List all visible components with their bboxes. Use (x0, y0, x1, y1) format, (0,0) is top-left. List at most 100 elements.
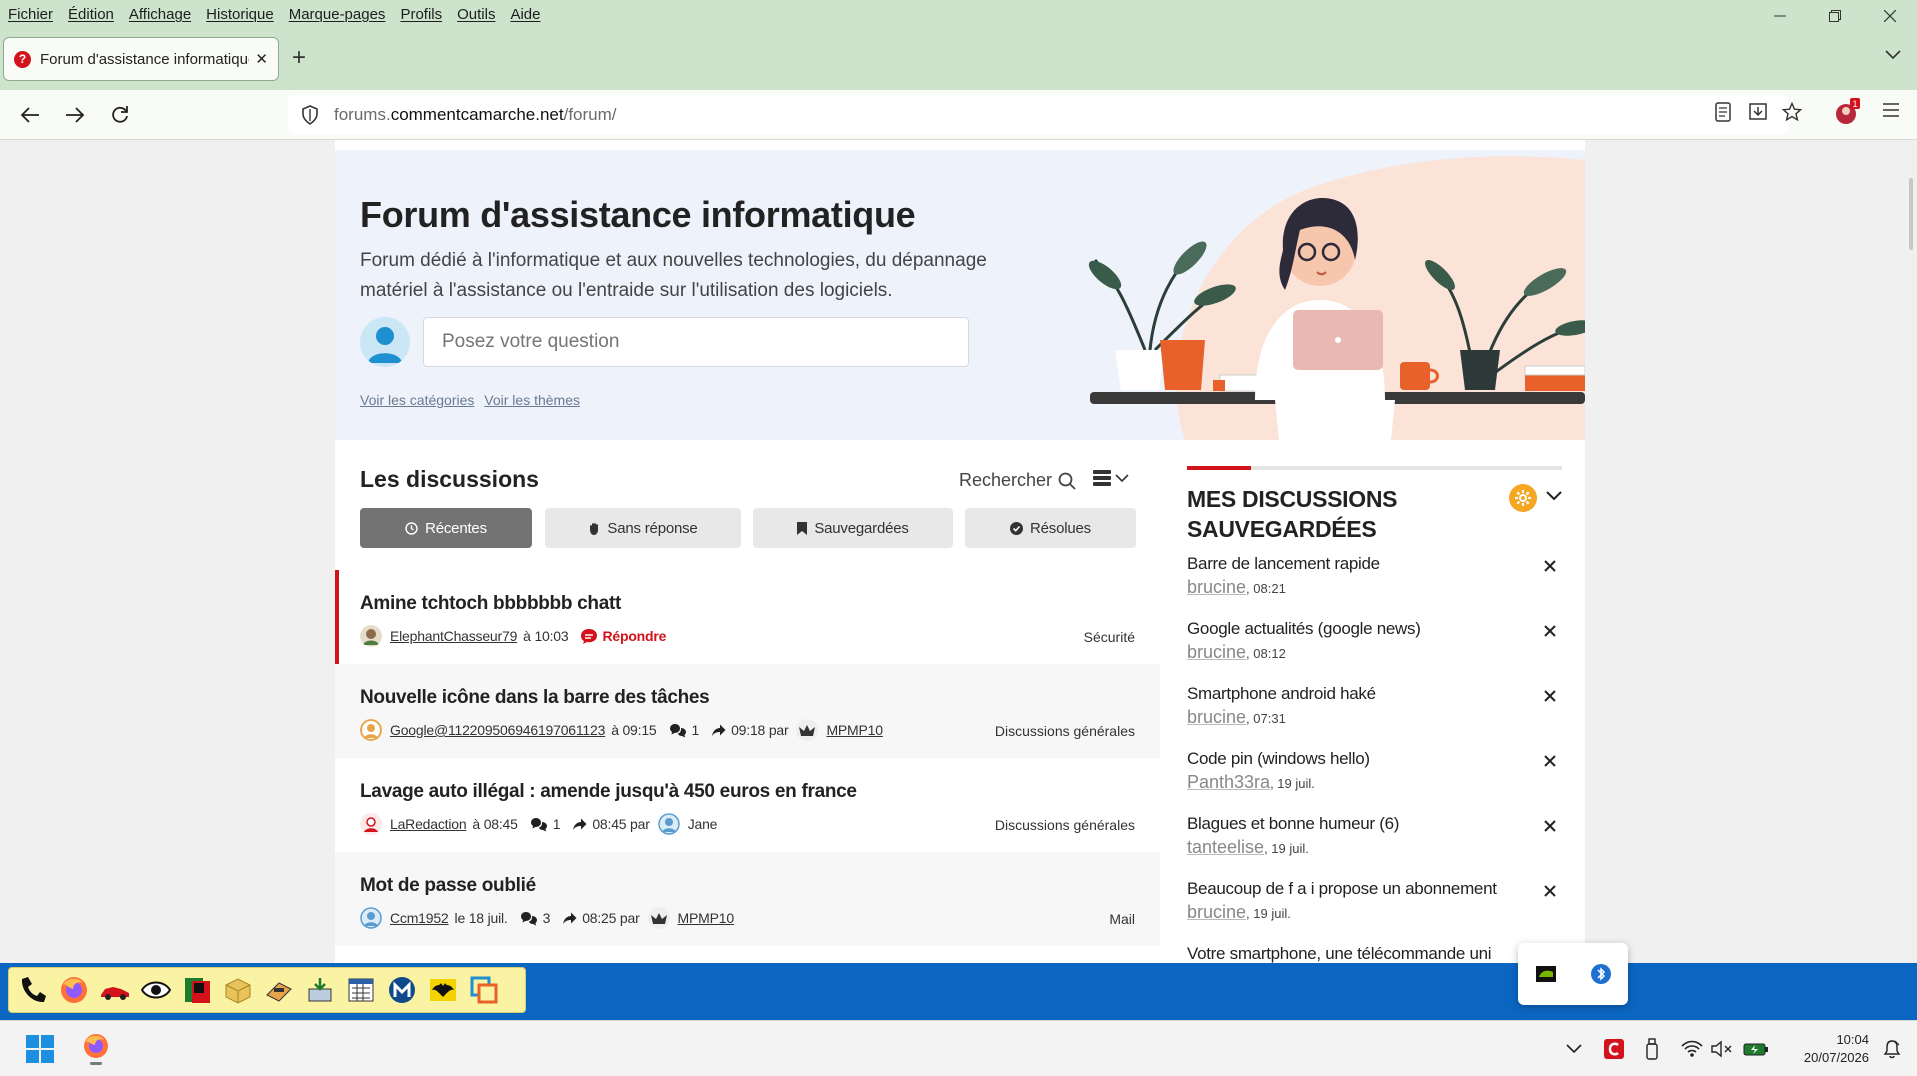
saved-item[interactable]: Smartphone android haké brucine, 07:31 (1187, 684, 1562, 749)
speaker-muted-icon[interactable] (1706, 1033, 1738, 1065)
saved-item-user[interactable]: brucine (1187, 642, 1246, 662)
reply-button[interactable]: Répondre (580, 628, 666, 645)
menu-edition[interactable]: Édition (68, 6, 114, 23)
link-themes[interactable]: Voir les thèmes (484, 392, 580, 408)
thread-row[interactable]: Lavage auto illégal : amende jusqu'à 450… (335, 758, 1160, 852)
saved-item-title[interactable]: Code pin (windows hello) (1187, 749, 1562, 769)
remove-saved-icon[interactable] (1544, 621, 1556, 642)
search-discussions-button[interactable]: Rechercher (959, 470, 1076, 491)
eye-icon[interactable] (140, 974, 172, 1006)
remove-saved-icon[interactable] (1544, 816, 1556, 837)
windows-start-icon[interactable] (24, 1033, 56, 1065)
wifi-icon[interactable] (1676, 1033, 1708, 1065)
calculator-icon[interactable] (345, 974, 377, 1006)
back-arrow-icon[interactable] (15, 100, 45, 130)
last-reply-user[interactable]: MPMP10 (678, 910, 735, 926)
menu-profils[interactable]: Profils (400, 6, 442, 23)
nvidia-icon[interactable] (1535, 963, 1557, 985)
saved-item[interactable]: Votre smartphone, une télécommande uni (1187, 944, 1562, 963)
usb-drive-icon[interactable] (1636, 1033, 1668, 1065)
batman-icon[interactable] (427, 974, 459, 1006)
last-reply-user[interactable]: MPMP10 (826, 722, 883, 738)
menu-marque-pages[interactable]: Marque-pages (289, 6, 386, 23)
show-hidden-icons-chevron-icon[interactable] (1558, 1033, 1590, 1065)
thread-author[interactable]: Google@112209506946197061123 (390, 722, 605, 738)
solitaire-cards-icon[interactable] (181, 974, 213, 1006)
thread-row[interactable]: Amine tchtoch bbbbbbb chatt ElephantChas… (335, 570, 1160, 664)
menu-historique[interactable]: Historique (206, 6, 274, 23)
bookmark-star-icon[interactable] (1781, 101, 1803, 127)
scrollbar-thumb[interactable] (1909, 178, 1913, 250)
tab-sauvegardees[interactable]: Sauvegardées (753, 508, 953, 548)
battery-charging-icon[interactable] (1740, 1033, 1772, 1065)
saved-item-title[interactable]: Votre smartphone, une télécommande uni (1187, 944, 1562, 963)
link-categories[interactable]: Voir les catégories (360, 392, 474, 408)
hamburger-menu-icon[interactable] (1882, 102, 1900, 123)
firefox-icon[interactable] (58, 974, 90, 1006)
phone-handset-icon[interactable] (17, 974, 49, 1006)
package-icon[interactable] (222, 974, 254, 1006)
menu-outils[interactable]: Outils (457, 6, 495, 23)
saved-item-title[interactable]: Blagues et bonne humeur (6) (1187, 814, 1562, 834)
shield-icon[interactable] (300, 105, 320, 125)
system-clock[interactable]: 10:04 20/07/2026 (1804, 1031, 1869, 1067)
red-car-icon[interactable] (99, 974, 131, 1006)
saved-item-user[interactable]: brucine (1187, 577, 1246, 597)
menu-affichage[interactable]: Affichage (129, 6, 191, 23)
thread-category[interactable]: Discussions générales (995, 723, 1135, 739)
ask-question-input[interactable] (423, 317, 969, 367)
malwarebytes-icon[interactable] (386, 974, 418, 1006)
thread-row[interactable]: Mot de passe oublié Ccm1952 le 18 juil. … (335, 852, 1160, 946)
save-to-pocket-icon[interactable] (1748, 102, 1768, 127)
saved-item[interactable]: Barre de lancement rapide brucine, 08:21 (1187, 554, 1562, 619)
tab-close-icon[interactable]: ✕ (255, 50, 268, 68)
menu-fichier[interactable]: Fichier (8, 6, 53, 23)
bluetooth-icon[interactable] (1590, 963, 1612, 985)
saved-item[interactable]: Beaucoup de f a i propose un abonnement … (1187, 879, 1562, 944)
tab-resolues[interactable]: Résolues (965, 508, 1136, 548)
saved-item-title[interactable]: Smartphone android haké (1187, 684, 1562, 704)
remove-saved-icon[interactable] (1544, 556, 1556, 577)
saved-item-user[interactable]: brucine (1187, 902, 1246, 922)
tab-forum[interactable]: ? Forum d'assistance informatique ✕ (3, 37, 279, 81)
reader-view-icon[interactable] (1714, 102, 1732, 127)
thread-title[interactable]: Lavage auto illégal : amende jusqu'à 450… (360, 781, 1135, 803)
thread-row[interactable]: Nouvelle icône dans la barre des tâches … (335, 664, 1160, 758)
new-tab-button[interactable]: + (292, 44, 306, 72)
gear-icon[interactable] (1509, 484, 1537, 512)
tab-sans-reponse[interactable]: Sans réponse (545, 508, 741, 548)
remove-saved-icon[interactable] (1544, 751, 1556, 772)
saved-item[interactable]: Blagues et bonne humeur (6) tanteelise, … (1187, 814, 1562, 879)
saved-item-user[interactable]: Panth33ra (1187, 772, 1270, 792)
sort-menu-button[interactable] (1093, 470, 1129, 486)
notifications-bell-icon[interactable] (1876, 1033, 1908, 1065)
remove-saved-icon[interactable] (1544, 881, 1556, 902)
remove-saved-icon[interactable] (1544, 686, 1556, 707)
saved-item-user[interactable]: tanteelise (1187, 837, 1264, 857)
user-avatar[interactable] (360, 317, 410, 367)
list-tabs-chevron-icon[interactable] (1885, 44, 1901, 65)
firefox-taskbar-icon[interactable] (80, 1033, 112, 1065)
thread-author[interactable]: LaRedaction (390, 816, 467, 832)
saved-item[interactable]: Code pin (windows hello) Panth33ra, 19 j… (1187, 749, 1562, 814)
thread-author[interactable]: ElephantChasseur79 (390, 628, 517, 644)
drive-tool-icon[interactable] (263, 974, 295, 1006)
saved-item-title[interactable]: Barre de lancement rapide (1187, 554, 1562, 574)
thread-title[interactable]: Mot de passe oublié (360, 875, 1135, 897)
menu-aide[interactable]: Aide (510, 6, 540, 23)
url-bar[interactable]: forums. commentcamarche.net/forum/ (288, 95, 1788, 135)
thread-category[interactable]: Discussions générales (995, 817, 1135, 833)
saved-item[interactable]: Google actualités (google news) brucine,… (1187, 619, 1562, 684)
forward-arrow-icon[interactable] (60, 100, 90, 130)
saved-item-user[interactable]: brucine (1187, 707, 1246, 727)
thread-category[interactable]: Sécurité (1084, 629, 1135, 645)
reload-icon[interactable] (105, 100, 135, 130)
antivirus-tray-icon[interactable] (1598, 1033, 1630, 1065)
tab-recentes[interactable]: Récentes (360, 508, 532, 548)
last-reply-user[interactable]: Jane (688, 816, 718, 832)
collapse-chevron-icon[interactable] (1546, 488, 1562, 506)
thread-title[interactable]: Nouvelle icône dans la barre des tâches (360, 687, 1135, 709)
saved-item-title[interactable]: Beaucoup de f a i propose un abonnement (1187, 879, 1562, 899)
thread-category[interactable]: Mail (1109, 911, 1135, 927)
installer-icon[interactable] (304, 974, 336, 1006)
